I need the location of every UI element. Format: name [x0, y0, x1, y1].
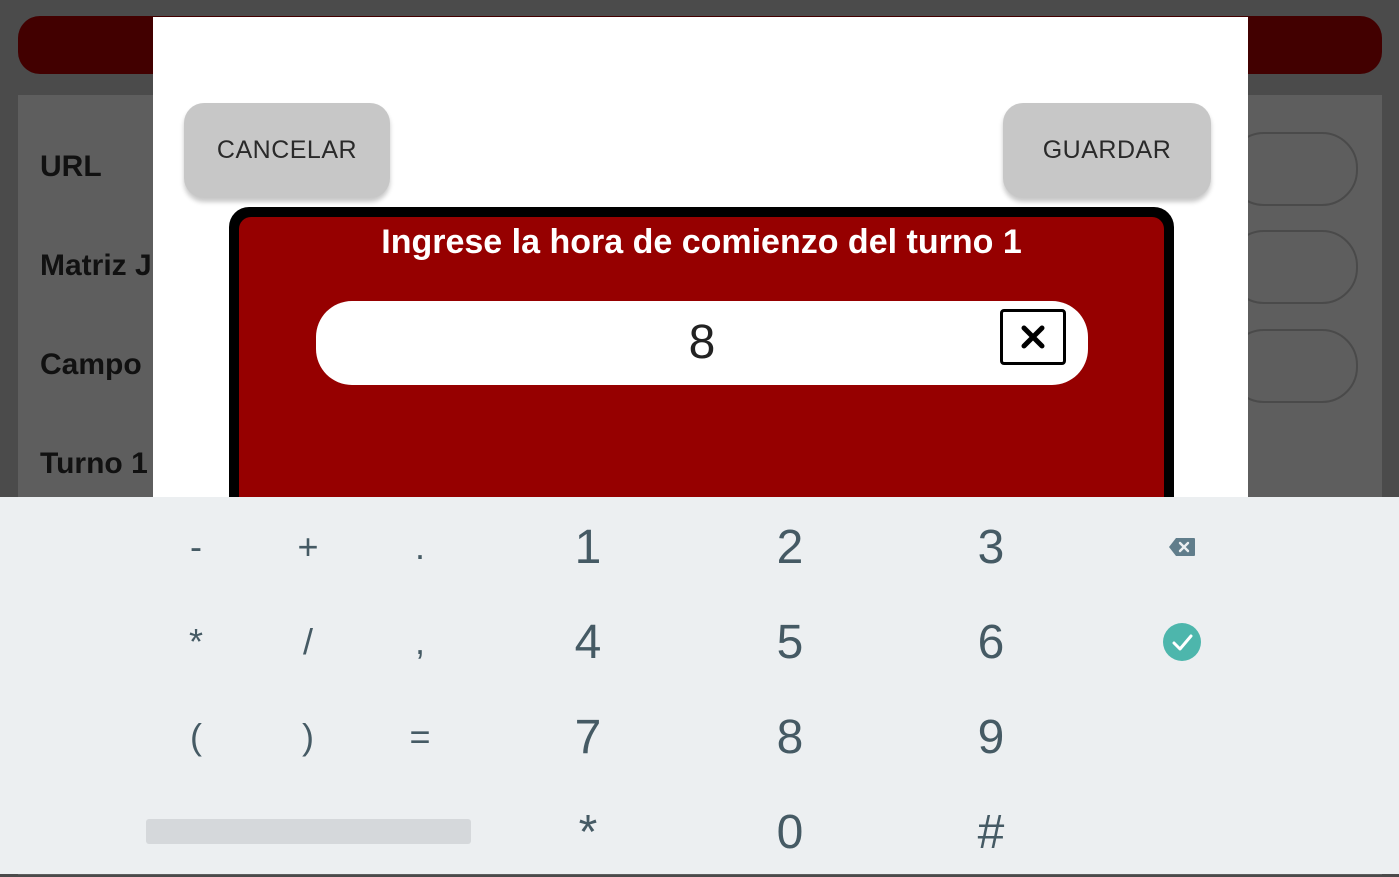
key-star[interactable]: * [538, 787, 638, 877]
time-prompt: Ingrese la hora de comienzo del turno 1 … [229, 207, 1174, 497]
check-circle-icon [1163, 623, 1201, 661]
label-url: URL [40, 150, 102, 183]
hour-input-value: 8 [688, 316, 716, 369]
key-equals[interactable]: = [370, 692, 470, 782]
done-key[interactable] [1132, 597, 1232, 687]
hour-input[interactable]: 8 [316, 301, 1088, 385]
key-open-paren[interactable]: ( [146, 692, 246, 782]
key-0[interactable]: 0 [740, 787, 840, 877]
key-3[interactable]: 3 [941, 502, 1041, 592]
space-key[interactable] [146, 819, 471, 844]
numeric-keyboard: - + . 1 2 3 * / , 4 5 6 ( ) = 7 8 9 * 0 … [0, 497, 1399, 874]
prompt-title: Ingrese la hora de comienzo del turno 1 [381, 223, 1022, 261]
label-turno-1: Turno 1 [40, 447, 148, 480]
key-close-paren[interactable]: ) [258, 692, 358, 782]
label-matriz: Matriz J [40, 249, 152, 282]
key-9[interactable]: 9 [941, 692, 1041, 782]
cancel-button[interactable]: CANCELAR [184, 103, 390, 198]
key-2[interactable]: 2 [740, 502, 840, 592]
prompt-body: Ingrese la hora de comienzo del turno 1 … [239, 217, 1164, 497]
backspace-icon [1169, 538, 1195, 556]
key-8[interactable]: 8 [740, 692, 840, 782]
clear-x-icon [1021, 325, 1045, 349]
label-campo: Campo [40, 348, 142, 381]
key-7[interactable]: 7 [538, 692, 638, 782]
key-minus[interactable]: - [146, 502, 246, 592]
key-asterisk-sym[interactable]: * [146, 597, 246, 687]
key-1[interactable]: 1 [538, 502, 638, 592]
key-plus[interactable]: + [258, 502, 358, 592]
save-button[interactable]: GUARDAR [1003, 103, 1211, 198]
key-comma[interactable]: , [370, 597, 470, 687]
key-period[interactable]: . [370, 502, 470, 592]
key-6[interactable]: 6 [941, 597, 1041, 687]
key-4[interactable]: 4 [538, 597, 638, 687]
key-slash[interactable]: / [258, 597, 358, 687]
backspace-key[interactable] [1132, 502, 1232, 592]
clear-button[interactable] [1000, 309, 1066, 365]
settings-dialog: CANCELAR GUARDAR Ingrese la hora de comi… [153, 17, 1248, 497]
key-hash[interactable]: # [941, 787, 1041, 877]
key-5[interactable]: 5 [740, 597, 840, 687]
